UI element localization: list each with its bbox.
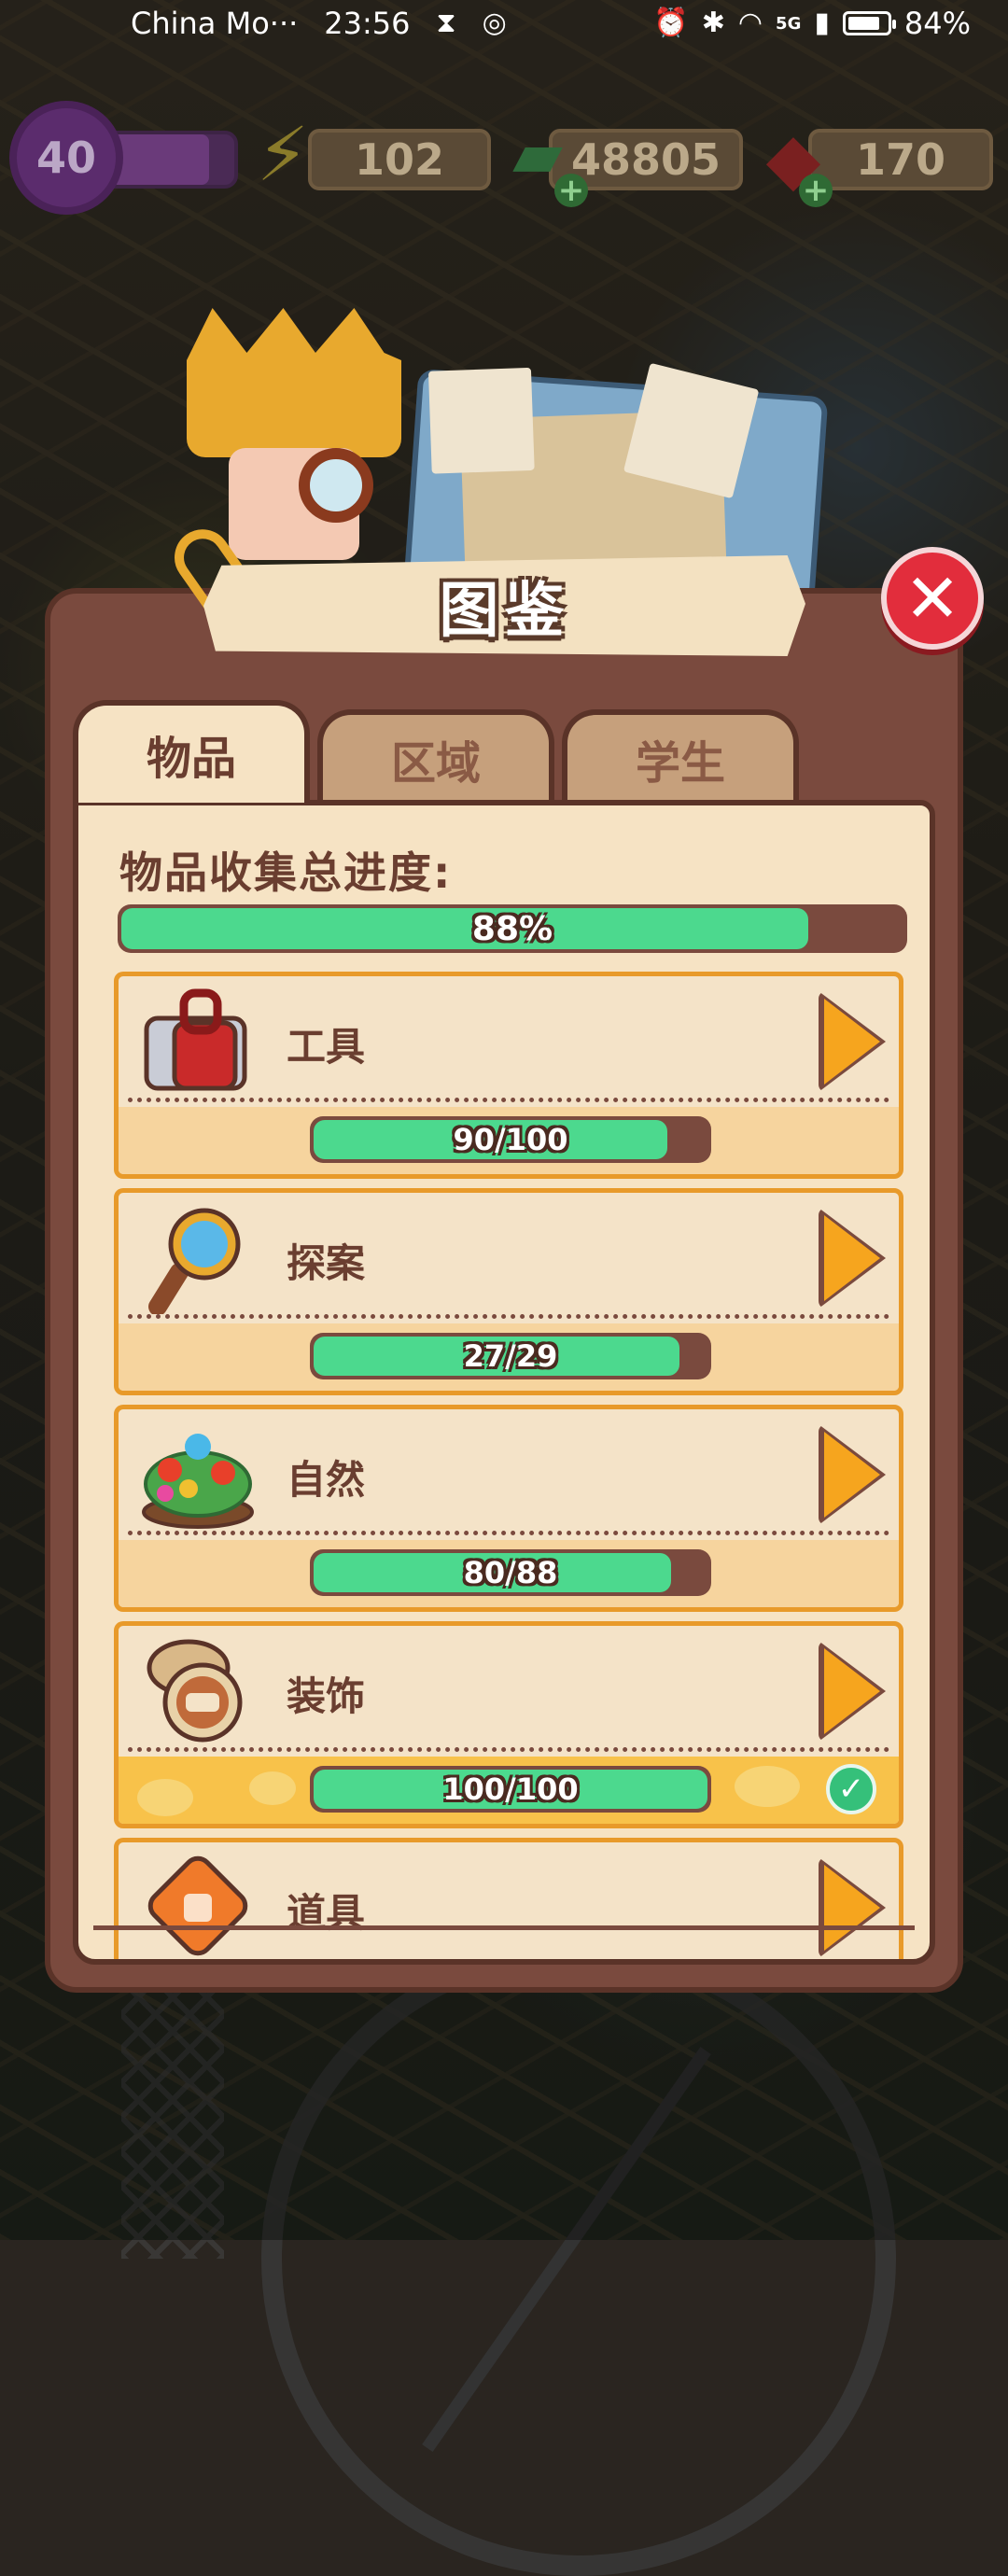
- category-progress-bar: 100/100: [310, 1766, 711, 1813]
- lightning-icon: ⚡: [256, 110, 310, 198]
- add-gems-button[interactable]: +: [799, 172, 833, 209]
- crown-hat-icon: [187, 308, 401, 457]
- category-progress-bar: 80/88: [310, 1549, 711, 1596]
- alarm-icon: ⏰: [653, 7, 689, 39]
- close-button[interactable]: ✕: [881, 547, 984, 650]
- energy-counter[interactable]: 102: [308, 129, 491, 190]
- status-bar: China Mo··· 23:56 ⧗ ◎ ⏰ ✱ ◠ 5G ▮ 84%: [0, 0, 1008, 52]
- notification-icon: ◎: [482, 7, 507, 39]
- category-name: 装饰: [287, 1673, 366, 1719]
- category-card-detective[interactable]: 探案 27/29: [114, 1188, 903, 1395]
- close-icon: ✕: [903, 559, 961, 637]
- magnifier-icon: [299, 448, 373, 523]
- category-name: 工具: [287, 1024, 366, 1070]
- category-progress-text: 90/100: [453, 1122, 568, 1157]
- tab-students[interactable]: 学生: [562, 709, 799, 803]
- cash-value: 48805: [570, 134, 721, 185]
- chevron-right-icon: [824, 1865, 880, 1951]
- hourglass-icon: ⧗: [436, 7, 456, 39]
- tab-label: 物品: [146, 733, 236, 785]
- dialog-title: 图鉴: [439, 577, 570, 646]
- category-name: 自然: [287, 1457, 366, 1503]
- list-bottom-divider: [93, 1925, 915, 1930]
- pocket-watch-icon: [147, 1639, 243, 1743]
- tab-areas[interactable]: 区域: [317, 709, 554, 803]
- checkmark-icon: ✓: [826, 1764, 876, 1814]
- chevron-right-icon: [824, 1432, 880, 1518]
- tab-label: 区域: [390, 737, 481, 790]
- chevron-right-icon: [824, 999, 880, 1085]
- flower-bush-icon: [142, 1434, 254, 1529]
- category-progress-text: 27/29: [463, 1338, 558, 1374]
- category-name: 探案: [287, 1240, 366, 1286]
- category-card-tools[interactable]: 工具 90/100: [114, 972, 903, 1179]
- overall-progress-text: 88%: [471, 909, 553, 948]
- title-banner: 图鉴: [203, 555, 805, 656]
- battery-icon: [842, 11, 896, 35]
- battery-percent-text: 84%: [903, 6, 971, 41]
- category-progress-bar: 27/29: [310, 1333, 711, 1379]
- wifi-icon: ◠: [737, 7, 763, 39]
- collection-content: 物品收集总进度: 88% 工具 90/100 探案 27/29 自然 80/88…: [73, 800, 935, 1965]
- level-badge[interactable]: 40: [17, 108, 116, 207]
- category-card-props[interactable]: 道具: [114, 1838, 903, 1959]
- category-card-decoration[interactable]: 装饰 100/100 ✓: [114, 1621, 903, 1828]
- gem-value: 170: [855, 134, 946, 185]
- signal-icon: ▮: [814, 7, 830, 39]
- category-progress-text: 100/100: [442, 1771, 579, 1807]
- level-progress-bar: [103, 131, 238, 189]
- chevron-right-icon: [824, 1648, 880, 1734]
- magnifier-icon: [148, 1208, 241, 1314]
- overall-progress-bar: 88%: [118, 904, 907, 953]
- network-type-text: 5G: [776, 13, 802, 34]
- chevron-right-icon: [824, 1215, 880, 1301]
- category-card-nature[interactable]: 自然 80/88: [114, 1405, 903, 1612]
- energy-value: 102: [354, 134, 445, 185]
- overall-progress-title: 物品收集总进度:: [119, 847, 453, 898]
- toolbox-icon: [144, 988, 247, 1091]
- add-cash-button[interactable]: +: [554, 172, 588, 209]
- level-text: 40: [35, 133, 96, 183]
- bluetooth-icon: ✱: [701, 7, 725, 39]
- gem-counter[interactable]: 170: [808, 129, 993, 190]
- category-progress-text: 80/88: [463, 1555, 558, 1590]
- category-progress-bar: 90/100: [310, 1116, 711, 1163]
- tab-items[interactable]: 物品: [73, 700, 310, 803]
- clock-text: 23:56: [324, 6, 411, 41]
- carrier-text: China Mo···: [131, 6, 299, 41]
- prop-box-icon: [147, 1855, 248, 1956]
- tab-label: 学生: [635, 737, 725, 790]
